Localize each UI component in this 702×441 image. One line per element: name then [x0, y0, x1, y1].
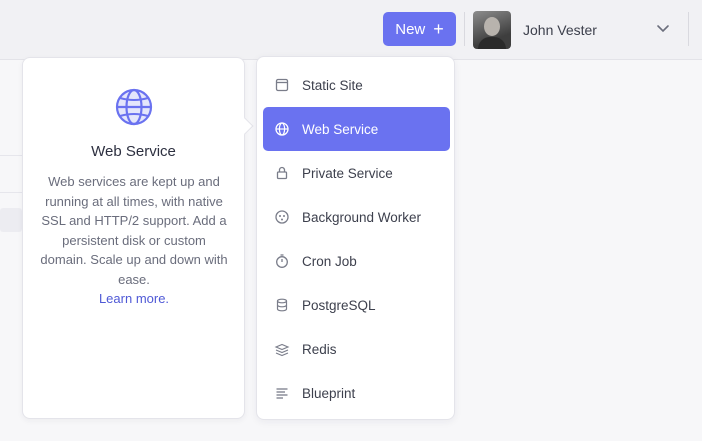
plus-icon: + [433, 19, 444, 39]
menu-item-postgresql[interactable]: PostgreSQL [263, 283, 450, 327]
user-name[interactable]: John Vester [523, 22, 597, 38]
avatar[interactable] [473, 11, 511, 49]
divider [464, 12, 465, 46]
new-service-menu: Static Site Web Service Private Service … [256, 56, 455, 420]
menu-item-blueprint[interactable]: Blueprint [263, 371, 450, 415]
divider [688, 12, 689, 46]
browser-window-icon [275, 78, 289, 92]
menu-item-label: Static Site [302, 77, 363, 93]
menu-item-label: Blueprint [302, 385, 356, 401]
menu-item-private-service[interactable]: Private Service [263, 151, 450, 195]
new-button[interactable]: New + [383, 12, 456, 46]
top-bar: New + John Vester [0, 0, 702, 60]
worker-icon [275, 210, 289, 224]
background-content [0, 155, 22, 156]
service-info-panel: Web Service Web services are kept up and… [22, 57, 254, 419]
database-icon [276, 298, 288, 312]
menu-item-static-site[interactable]: Static Site [263, 63, 450, 107]
menu-item-label: PostgreSQL [302, 297, 376, 313]
background-content [0, 208, 22, 232]
menu-item-label: Web Service [302, 121, 379, 137]
menu-item-web-service[interactable]: Web Service [263, 107, 450, 151]
menu-item-label: Cron Job [302, 253, 357, 269]
blueprint-icon [276, 388, 288, 399]
info-description: Web services are kept up and running at … [40, 174, 228, 306]
layers-icon [274, 343, 290, 357]
globe-icon [275, 122, 289, 136]
stopwatch-icon [276, 254, 288, 268]
lock-icon [276, 166, 288, 180]
menu-item-label: Redis [302, 341, 337, 357]
new-button-label: New [395, 20, 426, 38]
background-content [0, 192, 22, 193]
menu-item-cron-job[interactable]: Cron Job [263, 239, 450, 283]
menu-item-label: Background Worker [302, 209, 422, 225]
menu-item-redis[interactable]: Redis [263, 327, 450, 371]
menu-item-background-worker[interactable]: Background Worker [263, 195, 450, 239]
chevron-down-icon[interactable] [656, 24, 670, 34]
globe-icon [115, 88, 153, 126]
info-title: Web Service [91, 143, 176, 160]
learn-more-link[interactable]: Learn more. [99, 291, 169, 306]
popover-arrow [236, 117, 254, 135]
menu-item-label: Private Service [302, 165, 393, 181]
